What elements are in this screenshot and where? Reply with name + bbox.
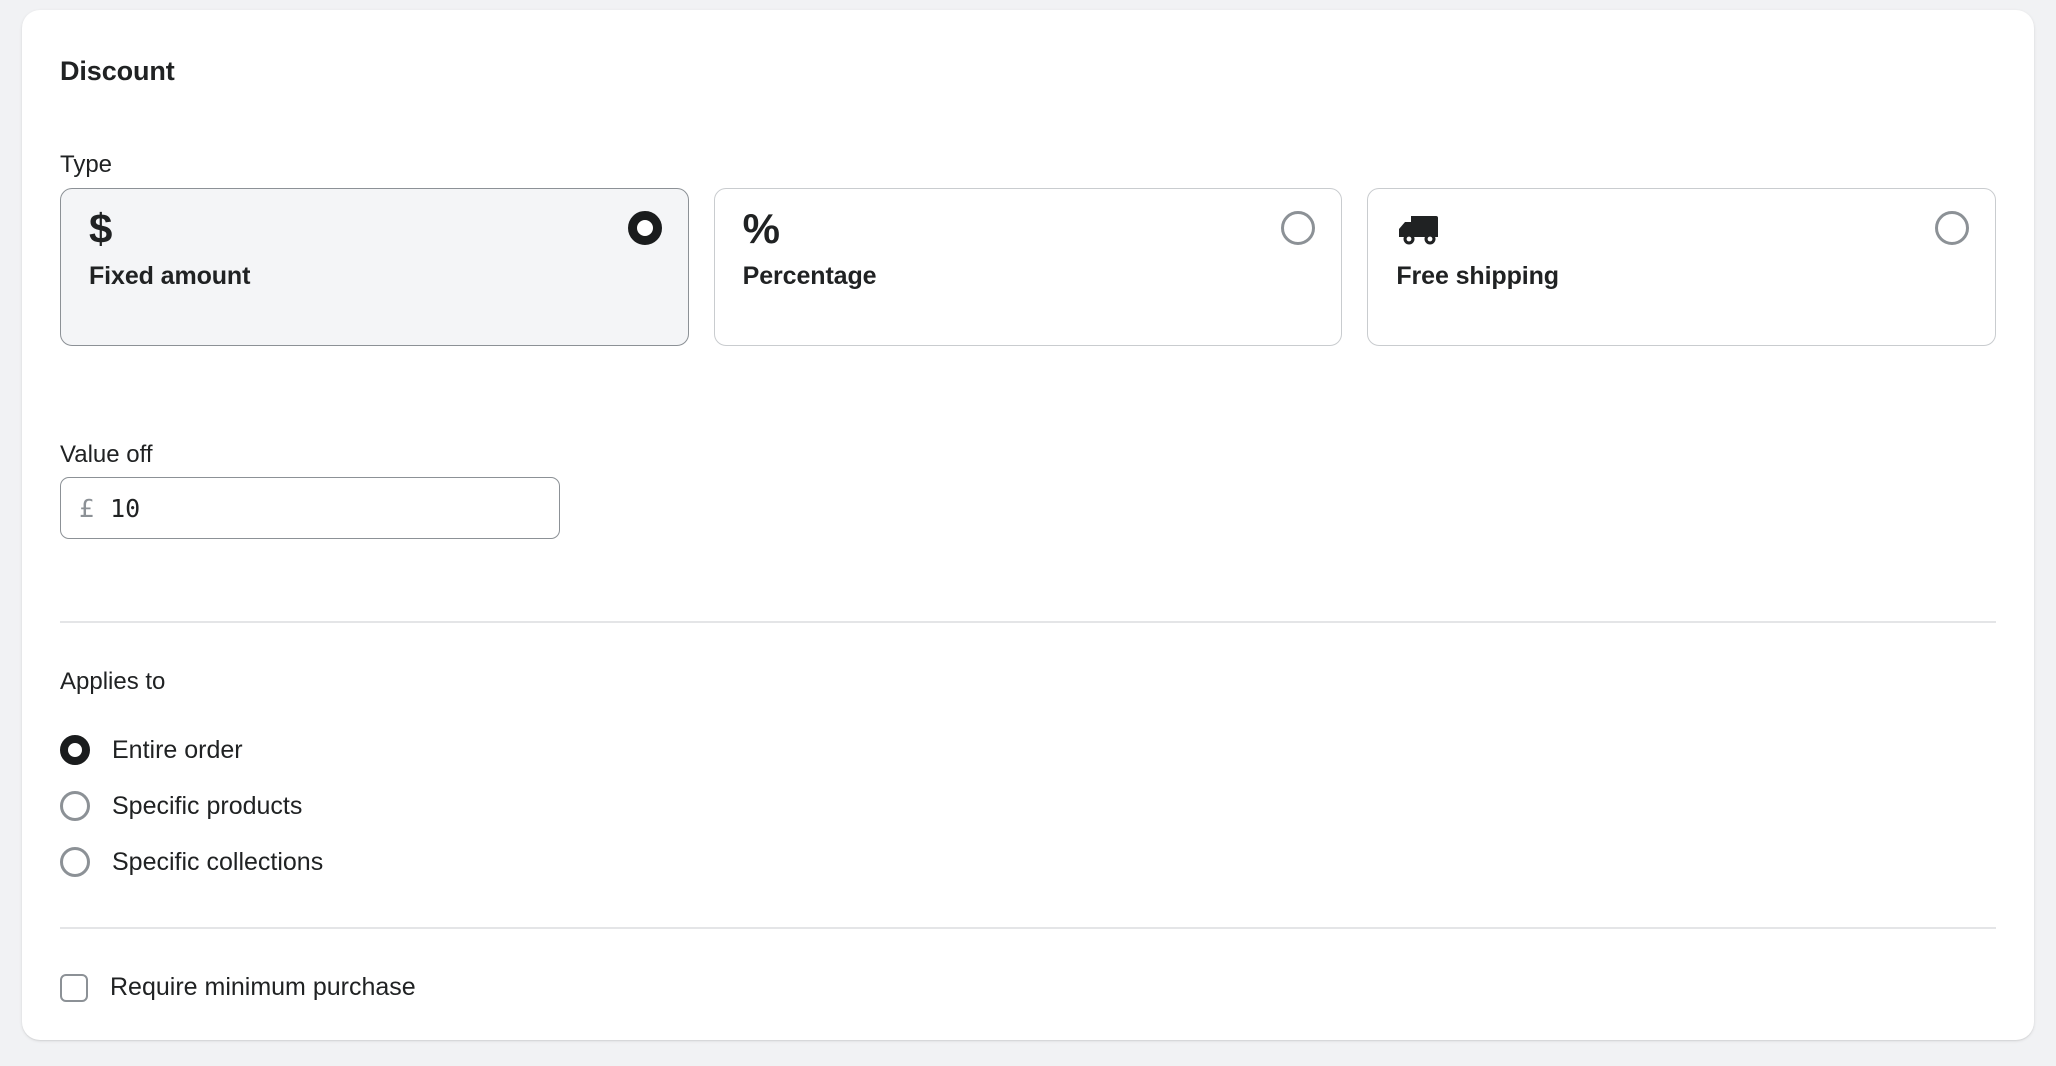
checkbox-icon-require-minimum-purchase[interactable] [60, 974, 88, 1002]
value-off-input[interactable]: £ 10 [60, 477, 560, 539]
section-divider-bottom [60, 927, 1996, 929]
radio-icon-specific-products[interactable] [60, 791, 90, 821]
discount-type-option-group: $ Fixed amount % Percentage [60, 188, 1996, 346]
discount-type-radio-free-shipping[interactable] [1935, 211, 1969, 245]
require-minimum-purchase-checkbox-row[interactable]: Require minimum purchase [60, 973, 416, 1002]
radio-icon-specific-collections[interactable] [60, 847, 90, 877]
radio-icon-entire-order[interactable] [60, 735, 90, 765]
applies-to-radio-group: Entire order Specific products Specific … [60, 722, 323, 890]
discount-type-label-fixed-amount: Fixed amount [89, 262, 250, 291]
percent-sign-icon: % [743, 205, 780, 253]
discount-settings-page: Discount Type $ Fixed amount % Percentag… [0, 0, 2056, 1066]
discount-type-option-fixed-amount[interactable]: $ Fixed amount [60, 188, 689, 346]
value-off-input-value: 10 [110, 494, 140, 523]
applies-to-option-entire-order[interactable]: Entire order [60, 722, 323, 778]
applies-to-option-specific-products[interactable]: Specific products [60, 778, 323, 834]
discount-type-option-free-shipping[interactable]: Free shipping [1367, 188, 1996, 346]
discount-type-label-percentage: Percentage [743, 262, 877, 291]
value-off-field-label: Value off [60, 441, 153, 469]
applies-to-label-specific-collections: Specific collections [112, 848, 323, 877]
type-field-label: Type [60, 151, 112, 179]
applies-to-label-entire-order: Entire order [112, 736, 243, 765]
delivery-truck-icon [1396, 205, 1442, 253]
discount-type-radio-fixed-amount[interactable] [628, 211, 662, 245]
discount-type-label-free-shipping: Free shipping [1396, 262, 1559, 291]
applies-to-field-label: Applies to [60, 668, 165, 696]
page-title: Discount [60, 56, 175, 87]
section-divider-top [60, 621, 1996, 623]
discount-panel: Discount Type $ Fixed amount % Percentag… [22, 10, 2034, 1040]
discount-type-radio-percentage[interactable] [1281, 211, 1315, 245]
discount-type-option-percentage[interactable]: % Percentage [714, 188, 1343, 346]
dollar-sign-icon: $ [89, 205, 112, 253]
require-minimum-purchase-label: Require minimum purchase [110, 973, 416, 1002]
applies-to-option-specific-collections[interactable]: Specific collections [60, 834, 323, 890]
applies-to-label-specific-products: Specific products [112, 792, 302, 821]
currency-symbol: £ [79, 494, 94, 523]
